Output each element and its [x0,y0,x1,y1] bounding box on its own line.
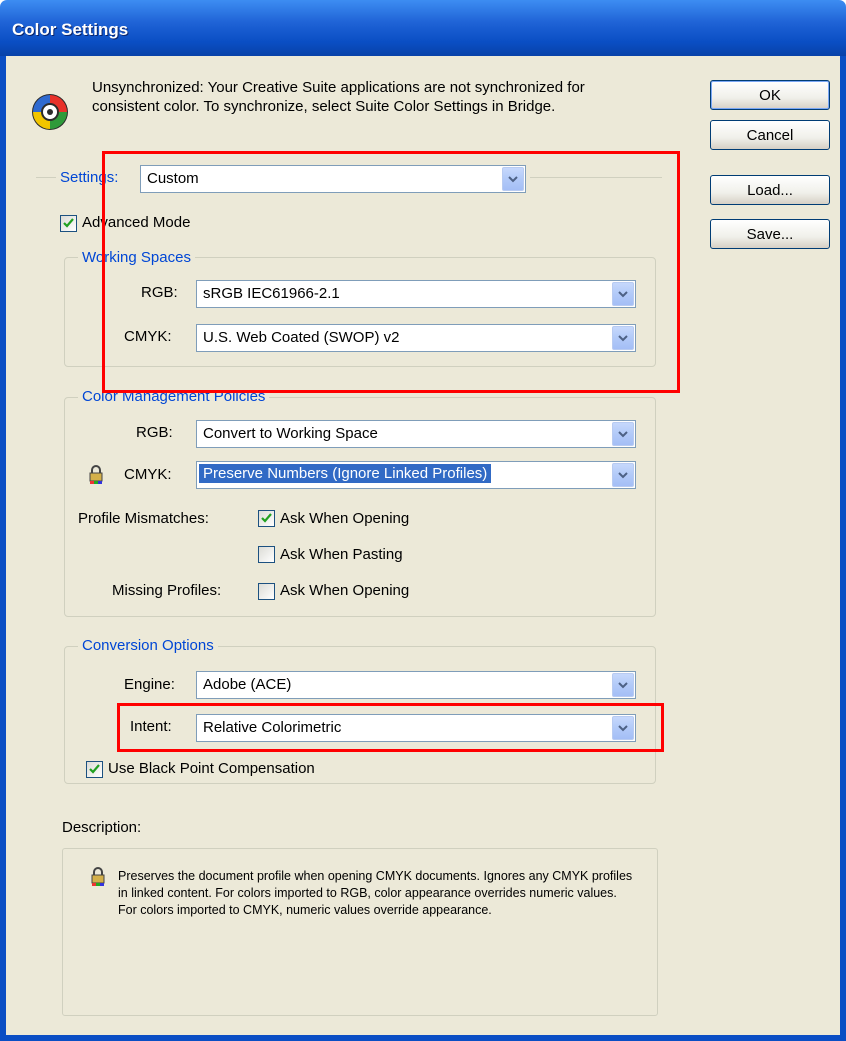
mismatch-ask-opening-checkbox[interactable] [258,510,275,527]
lock-icon [91,867,105,886]
mismatch-ask-pasting-label: Ask When Pasting [280,546,403,563]
cancel-button-label: Cancel [746,126,794,144]
window-frame-right [840,56,846,1041]
black-point-compensation-checkbox[interactable] [86,761,103,778]
settings-separator [36,177,56,178]
save-button[interactable]: Save... [710,219,830,249]
ws-cmyk-dropdown[interactable]: U.S. Web Coated (SWOP) v2 [196,324,636,352]
mismatch-ask-pasting-checkbox[interactable] [258,546,275,563]
load-button-label: Load... [747,181,793,199]
intent-value: Relative Colorimetric [203,719,342,736]
chevron-down-icon[interactable] [612,463,634,487]
missing-ask-opening-label: Ask When Opening [280,582,410,599]
policy-cmyk-value: Preserve Numbers (Ignore Linked Profiles… [199,464,492,483]
ws-rgb-value: sRGB IEC61966-2.1 [203,285,340,302]
cancel-button[interactable]: Cancel [710,120,830,150]
ok-button[interactable]: OK [710,80,830,110]
ws-cmyk-label: CMYK: [124,328,172,345]
profile-mismatches-label: Profile Mismatches: [78,510,209,527]
black-point-compensation-label: Use Black Point Compensation [108,760,315,777]
description-label: Description: [62,819,142,836]
chevron-down-icon[interactable] [612,673,634,697]
chevron-down-icon[interactable] [612,282,634,306]
chevron-down-icon[interactable] [502,167,524,191]
policy-rgb-label: RGB: [136,424,173,441]
ok-button-label: OK [759,86,781,104]
advanced-mode-label: Advanced Mode [82,214,191,231]
engine-value: Adobe (ACE) [203,676,292,693]
intent-dropdown[interactable]: Relative Colorimetric [196,714,636,742]
missing-ask-opening-checkbox[interactable] [258,583,275,600]
policy-cmyk-label: CMYK: [124,466,172,483]
color-sync-icon [32,94,68,130]
description-text: Preserves the document profile when open… [118,869,633,917]
load-button[interactable]: Load... [710,175,830,205]
conversion-title: Conversion Options [78,637,218,654]
policy-rgb-dropdown[interactable]: Convert to Working Space [196,420,636,448]
settings-separator-right [530,177,662,178]
lock-icon [89,465,103,484]
window-title: Color Settings [12,20,129,39]
ws-rgb-dropdown[interactable]: sRGB IEC61966-2.1 [196,280,636,308]
save-button-label: Save... [746,225,794,243]
window-frame-bottom [0,1035,846,1041]
working-spaces-title: Working Spaces [78,249,195,266]
policies-title: Color Management Policies [78,388,270,405]
policy-cmyk-dropdown[interactable]: Preserve Numbers (Ignore Linked Profiles… [196,461,636,489]
settings-label: Settings: [60,169,119,186]
intent-label: Intent: [130,718,172,735]
advanced-mode-checkbox[interactable] [60,215,77,232]
missing-profiles-label: Missing Profiles: [112,582,222,599]
settings-dropdown[interactable]: Custom [140,165,526,193]
engine-dropdown[interactable]: Adobe (ACE) [196,671,636,699]
engine-label: Engine: [124,676,175,693]
mismatch-ask-opening-label: Ask When Opening [280,510,410,527]
ws-cmyk-value: U.S. Web Coated (SWOP) v2 [203,329,400,346]
ws-rgb-label: RGB: [141,284,178,301]
settings-value: Custom [147,170,199,187]
chevron-down-icon[interactable] [612,326,634,350]
sync-message: Unsynchronized: Your Creative Suite appl… [92,79,585,115]
chevron-down-icon[interactable] [612,422,634,446]
chevron-down-icon[interactable] [612,716,634,740]
title-bar[interactable]: Color Settings [0,0,846,56]
policy-rgb-value: Convert to Working Space [203,425,378,442]
